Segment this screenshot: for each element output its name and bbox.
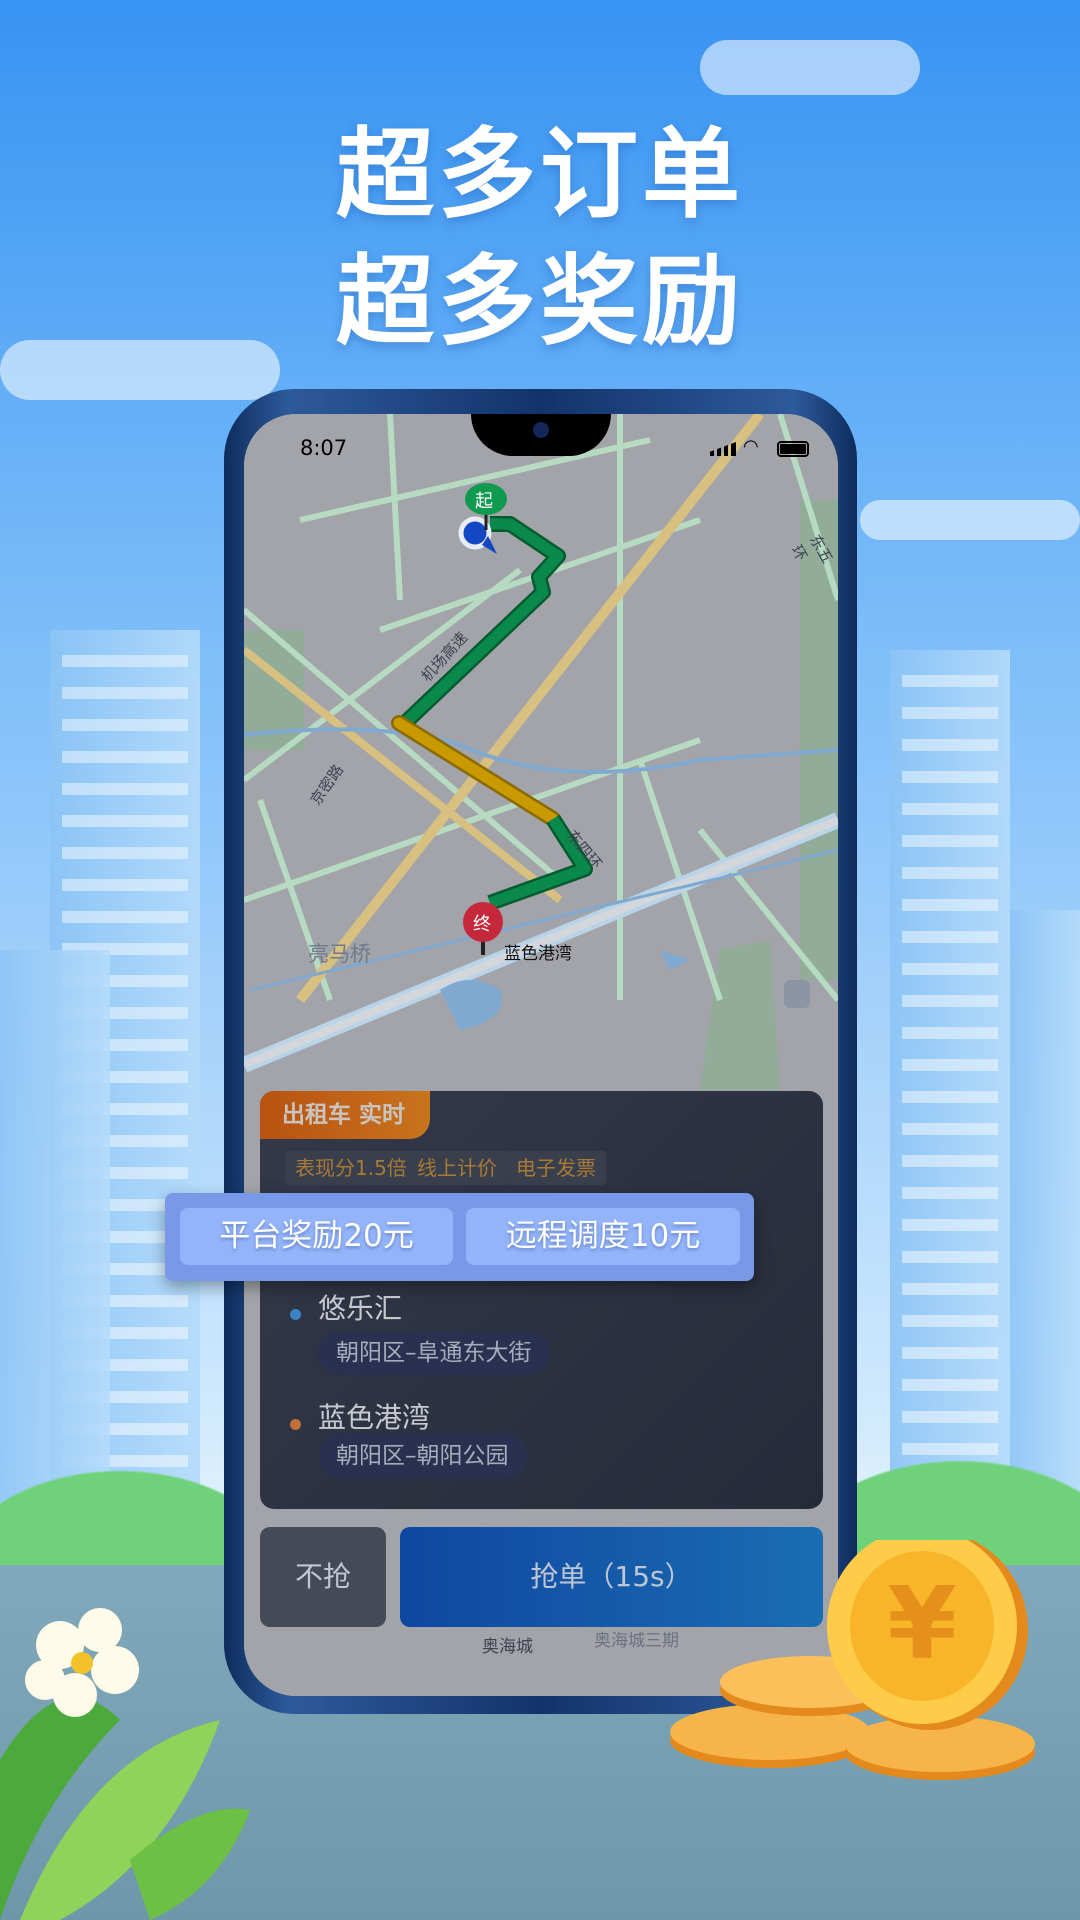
- flower-leaves-illustration: [0, 1608, 250, 1920]
- wifi-icon: ◠: [743, 436, 759, 457]
- order-type-tag: 出租车 实时: [260, 1091, 430, 1139]
- phone-screen: 起 终 蓝色港湾 亮马桥 机场高速 京密路 东四环 东五环 奥海城 奥海城三期 …: [244, 414, 838, 1696]
- pickup-name: 悠乐汇: [318, 1292, 403, 1325]
- reward-remote-dispatch: 远程调度10元: [466, 1208, 740, 1265]
- battery-icon: [777, 441, 809, 457]
- pickup-dot: [290, 1309, 301, 1320]
- dropoff-name: 蓝色港湾: [318, 1401, 431, 1434]
- headline-line1: 超多订单: [335, 118, 744, 232]
- order-card: 出租车 实时 表现分1.5倍 线上计价 电子发票 悠乐汇 朝阳区–阜通东大街 蓝…: [260, 1091, 823, 1509]
- headline-line2: 超多奖励: [335, 245, 744, 359]
- camera-notch: [471, 414, 611, 456]
- coins-illustration: ¥: [670, 1540, 1035, 1780]
- reward-platform: 平台奖励20元: [180, 1208, 453, 1265]
- cloud: [860, 500, 1080, 540]
- phone-frame: 起 终 蓝色港湾 亮马桥 机场高速 京密路 东四环 东五环 奥海城 奥海城三期 …: [224, 389, 857, 1714]
- map-label-bottom: 奥海城: [482, 1637, 533, 1657]
- yuan-symbol-icon: ¥: [887, 1565, 957, 1682]
- dropoff-address: 朝阳区–朝阳公园: [318, 1434, 527, 1478]
- end-marker-label: 终: [473, 914, 491, 935]
- reward-banner: 平台奖励20元 远程调度10元: [165, 1193, 754, 1281]
- map-label-destination: 蓝色港湾: [504, 944, 572, 964]
- chip-online-pricing: 线上计价: [407, 1151, 507, 1185]
- cloud: [700, 40, 920, 95]
- chip-e-invoice: 电子发票: [506, 1151, 606, 1185]
- dropoff-dot: [290, 1419, 301, 1430]
- building: [890, 650, 1010, 1550]
- chip-performance: 表现分1.5倍: [285, 1151, 417, 1185]
- map-label-area: 亮马桥: [308, 942, 371, 966]
- status-time: 8:07: [300, 436, 348, 460]
- start-marker-label: 起: [475, 491, 493, 512]
- pickup-address: 朝阳区–阜通东大街: [318, 1331, 550, 1375]
- decline-button[interactable]: 不抢: [260, 1527, 386, 1627]
